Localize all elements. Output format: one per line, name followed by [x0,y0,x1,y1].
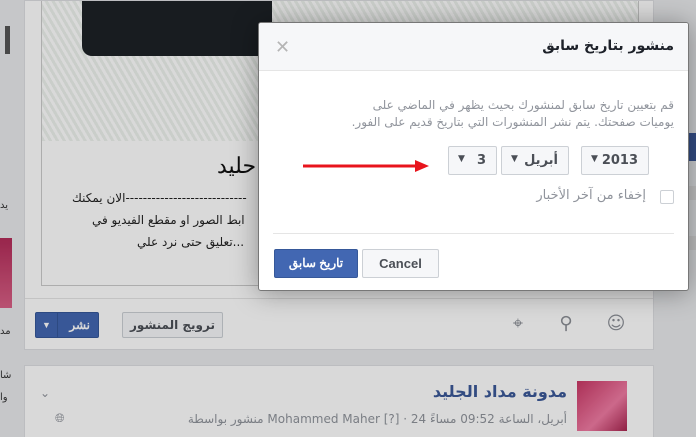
month-value: أبريل [524,153,558,168]
month-select[interactable]: أبريل ▼ [501,146,569,175]
cancel-button[interactable]: Cancel [362,249,439,278]
backdate-dialog: منشور بتاريخ سابق ✕ قم بتعيين تاريخ سابق… [258,22,689,291]
backdate-button[interactable]: تاريخ سابق [274,249,358,278]
dialog-title: منشور بتاريخ سابق [542,38,674,54]
dialog-header: منشور بتاريخ سابق ✕ [259,23,688,71]
hide-from-news-feed-checkbox[interactable] [660,190,674,204]
chevron-down-icon: ▼ [511,154,518,164]
chevron-down-icon: ▼ [458,154,465,164]
chevron-down-icon: ▼ [591,154,598,164]
year-select[interactable]: 2013 ▼ [581,146,649,175]
day-value: 3 [476,153,486,168]
annotation-arrow [303,160,429,172]
hide-from-news-feed-label[interactable]: إخفاء من آخر الأخبار [536,188,646,203]
dialog-description: قم بتعيين تاريخ سابق لمنشورك بحيث يظهر ف… [351,98,674,129]
year-value: 2013 [601,153,638,168]
close-icon[interactable]: ✕ [275,37,290,58]
day-select[interactable]: 3 ▼ [448,146,497,175]
divider [273,233,674,234]
